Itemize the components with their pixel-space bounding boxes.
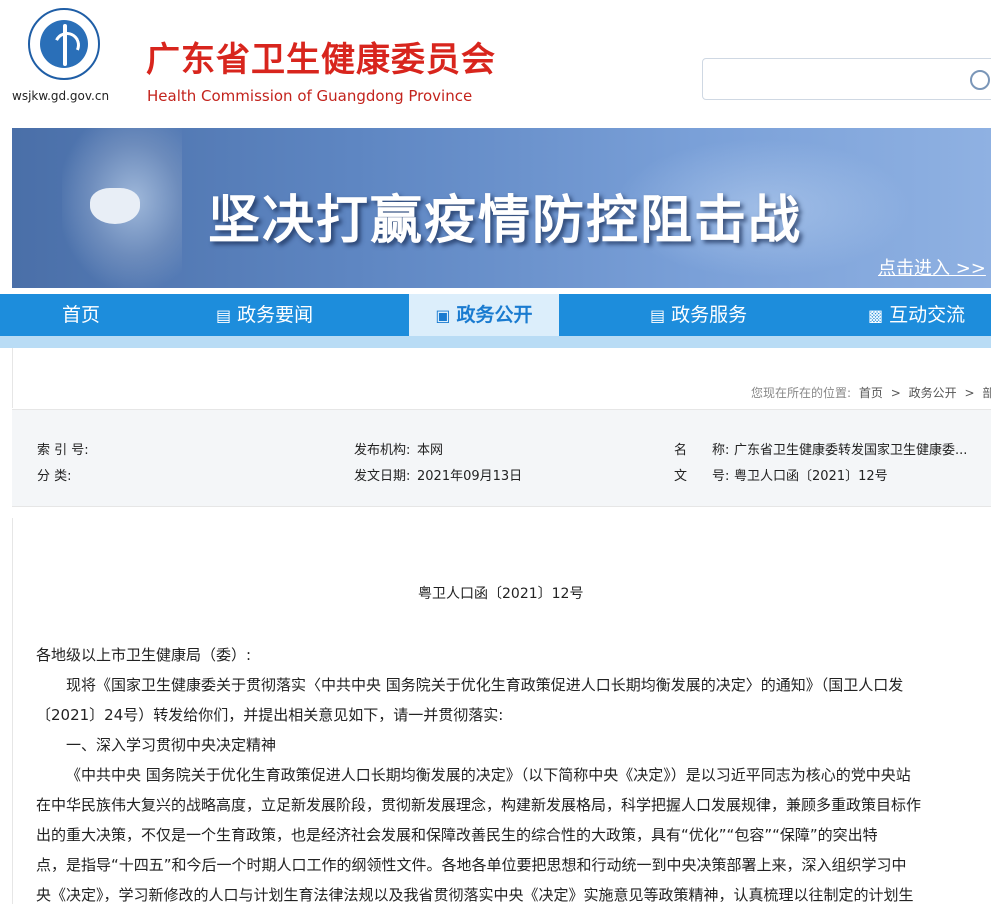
nav-item-home[interactable]: 首页: [62, 294, 100, 336]
nav-item-services[interactable]: ▤ 政务服务: [650, 294, 747, 336]
main-nav: 首页 ▤ 政务要闻 ▣ 政务公开 ▤ 政务服务 ▩ 互动交流: [0, 294, 991, 336]
paragraph-line: 央《决定》，学习新修改的人口与计划生育法律法规以及我省贯彻落实中央《决定》实施意…: [36, 886, 914, 904]
breadcrumb-department[interactable]: 部门: [982, 386, 991, 400]
nav-item-label: 政务公开: [456, 304, 533, 326]
name-label-suffix: 称:: [712, 443, 730, 458]
nav-item-label: 政务要闻: [237, 304, 314, 326]
banner-title: 坚决打赢疫情防控阻击战: [208, 191, 803, 251]
search-icon[interactable]: [970, 70, 990, 90]
document-metadata: 索 引 号: 分 类: 发布机构: 本网 发文日期: 2021年09月13日 名…: [12, 409, 991, 507]
publisher-value: 本网: [417, 443, 444, 458]
nav-item-news[interactable]: ▤ 政务要闻: [216, 294, 313, 336]
index-label: 索 引 号:: [37, 443, 89, 458]
paragraph-salutation: 各地级以上市卫生健康局（委）:: [36, 646, 252, 664]
name-value: 广东省卫生健康委转发国家卫生健康委...: [734, 443, 968, 458]
nav-item-interaction[interactable]: ▩ 互动交流: [868, 294, 965, 336]
site-subtitle: Health Commission of Guangdong Province: [147, 87, 473, 105]
book-icon: ▣: [435, 306, 451, 325]
site-logo[interactable]: [28, 8, 100, 80]
banner[interactable]: 坚决打赢疫情防控阻击战 点击进入 >>: [12, 128, 991, 288]
site-title[interactable]: 广东省卫生健康委员会: [146, 38, 496, 82]
publisher-label: 发布机构:: [354, 443, 411, 458]
document-icon: ▤: [650, 306, 666, 325]
breadcrumb-separator: >: [964, 386, 975, 400]
site-domain: wsjkw.gd.gov.cn: [12, 89, 110, 103]
date-value: 2021年09月13日: [417, 469, 523, 484]
nav-item-label: 政务服务: [671, 304, 748, 326]
category-label: 分 类:: [37, 469, 72, 484]
date-label: 发文日期:: [354, 469, 411, 484]
paragraph-line: 现将《国家卫生健康委关于贯彻落实〈中共中央 国务院关于优化生育政策促进人口长期均…: [66, 676, 904, 694]
banner-mask-image: [90, 188, 140, 224]
paragraph-line: 《中共中央 国务院关于优化生育政策促进人口长期均衡发展的决定》（以下简称中央《决…: [66, 766, 911, 784]
doc-number-label: 文: [674, 469, 688, 484]
nav-item-label: 互动交流: [889, 304, 966, 326]
paragraph-line: 点，是指导“十四五”和今后一个时期人口工作的纲领性文件。各地各单位要把思想和行动…: [36, 856, 907, 874]
site-header: wsjkw.gd.gov.cn 广东省卫生健康委员会 Health Commis…: [0, 0, 991, 128]
breadcrumb: 您现在所在的位置: 首页 > 政务公开 > 部门: [751, 384, 991, 401]
chat-icon: ▩: [868, 306, 884, 325]
paragraph-line: 出的重大决策，不仅是一个生育政策，也是经济社会发展和保障改善民生的综合性的大政策…: [36, 826, 878, 844]
breadcrumb-home[interactable]: 首页: [859, 386, 883, 400]
nav-underline-strip: [0, 336, 991, 348]
doc-number-value: 粤卫人口函〔2021〕12号: [734, 469, 888, 484]
doc-number-label-suffix: 号:: [712, 469, 730, 484]
paragraph-line: 在中华民族伟大复兴的战略高度，立足新发展阶段，贯彻新发展理念，构建新发展格局，科…: [36, 796, 922, 814]
search-input[interactable]: [702, 58, 991, 100]
document-number: 粤卫人口函〔2021〕12号: [418, 586, 584, 602]
nav-item-label: 首页: [62, 304, 101, 326]
name-label: 名: [674, 443, 688, 458]
breadcrumb-prefix: 您现在所在的位置:: [751, 386, 852, 400]
banner-enter-link[interactable]: 点击进入 >>: [878, 254, 986, 280]
breadcrumb-separator: >: [890, 386, 901, 400]
list-icon: ▤: [216, 306, 232, 325]
nav-item-gov-open[interactable]: ▣ 政务公开: [409, 294, 559, 336]
breadcrumb-gov-open[interactable]: 政务公开: [909, 386, 957, 400]
section-heading: 一、深入学习贯彻中央决定精神: [66, 736, 277, 754]
paragraph-line: 〔2021〕24号）转发给你们，并提出相关意见如下，请一并贯彻落实:: [36, 706, 504, 724]
